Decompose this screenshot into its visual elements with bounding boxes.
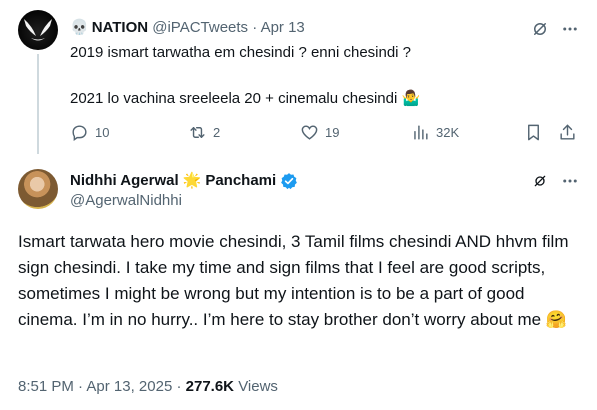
repost-count: 2 [213,124,221,140]
display-name-second: Panchami [205,172,277,189]
reply-count: 10 [95,124,110,140]
reply-text-line-2-text: 2021 lo vachina sreeleela 20 + cinemalu … [70,90,398,107]
reply-text-line-1: 2019 ismart tarwatha em chesindi ? enni … [70,44,412,61]
separator: · [252,19,258,36]
grok-icon[interactable] [530,171,550,191]
handle[interactable]: @iPACTweets [152,19,248,36]
like-count: 19 [325,124,340,140]
views-button[interactable]: 32K [411,121,459,143]
bookmark-button[interactable] [524,121,543,143]
like-button[interactable]: 19 [300,121,339,143]
views-label: Views [238,378,278,395]
tweet-text: Ismart tarwata hero movie chesindi, 3 Ta… [18,232,569,329]
views-count: 277.6K [185,378,235,395]
reply-icon [72,124,87,141]
display-name[interactable]: NATION [92,19,148,36]
action-bar: 10 2 19 32K [70,121,582,143]
star-emoji: 🌟 [182,172,202,189]
share-button[interactable] [558,121,577,143]
tweet-meta: 8:51 PM · Apr 13, 2025 · 277.6K Views [18,377,278,397]
repost-button[interactable]: 2 [188,121,220,143]
reply-text-line-2: 2021 lo vachina sreeleela 20 + cinemalu … [70,89,420,109]
bookmark-icon [528,124,539,140]
analytics-icon [414,124,428,140]
reply-button[interactable]: 10 [70,121,109,143]
author-name[interactable]: Nidhhi Agerwal 🌟 Panchami [70,171,298,191]
tweet-date[interactable]: Apr 13 [261,19,305,36]
skull-emoji: 💀 [70,19,89,36]
more-icon[interactable] [560,171,580,191]
separator: · [176,378,182,395]
separator: · [78,378,84,395]
venom-avatar-icon [24,19,52,41]
grok-icon[interactable] [530,19,550,39]
share-icon [560,124,575,140]
author-handle[interactable]: @AgerwalNidhhi [70,191,182,211]
heart-icon [301,124,318,140]
avatar[interactable] [18,10,58,50]
reply-tweet: 💀 NATION @iPACTweets · Apr 13 2019 ismart… [0,0,597,160]
display-name-first: Nidhhi Agerwal [70,172,179,189]
more-icon[interactable] [560,19,580,39]
reply-tweet-header: 💀 NATION @iPACTweets · Apr 13 [70,18,305,38]
tweet-time[interactable]: 8:51 PM [18,378,74,395]
avatar[interactable] [18,169,58,209]
thread-line [37,54,39,154]
repost-icon [190,126,205,138]
verified-badge-icon[interactable] [280,172,298,190]
view-count: 32K [436,124,460,140]
tweet-date[interactable]: Apr 13, 2025 [86,378,172,395]
shrug-emoji: 🤷‍♂️ [401,90,421,107]
